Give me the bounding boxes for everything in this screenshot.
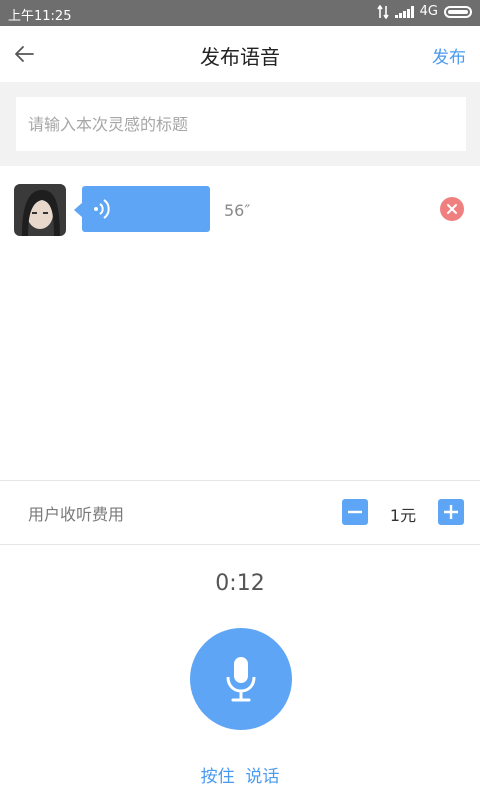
battery-icon — [444, 5, 472, 18]
minus-icon — [348, 510, 362, 514]
data-transfer-icon — [376, 4, 389, 19]
voice-message-row: 56″ — [0, 166, 480, 256]
network-type: 4G — [419, 4, 438, 19]
decrease-fee-button[interactable] — [342, 499, 368, 525]
page-title: 发布语音 — [200, 45, 280, 69]
title-input[interactable] — [16, 97, 466, 151]
hold-to-talk-label: 按住 说话 — [200, 767, 280, 787]
status-icons: 4G — [376, 4, 472, 19]
fee-label: 用户收听费用 — [28, 505, 125, 524]
listen-fee-row: 用户收听费用 1元 — [0, 480, 480, 545]
sound-wave-icon — [94, 199, 110, 219]
voice-bubble[interactable] — [82, 186, 210, 232]
fee-value: 1元 — [389, 506, 417, 525]
plus-icon — [444, 505, 458, 519]
avatar — [14, 184, 66, 236]
close-icon — [447, 204, 457, 214]
recording-timer: 0:12 — [215, 571, 265, 596]
nav-bar: 发布语音 发布 — [0, 26, 480, 83]
status-bar: 上午11:25 4G — [0, 0, 480, 26]
publish-button[interactable]: 发布 — [432, 43, 466, 68]
signal-icon — [394, 5, 414, 18]
microphone-icon — [226, 657, 256, 702]
delete-voice-button[interactable] — [440, 197, 464, 221]
increase-fee-button[interactable] — [438, 499, 464, 525]
avatar-image — [14, 184, 66, 236]
record-button[interactable] — [190, 628, 292, 730]
status-time: 上午11:25 — [8, 9, 72, 24]
voice-duration: 56″ — [224, 201, 251, 220]
title-area — [0, 82, 480, 166]
